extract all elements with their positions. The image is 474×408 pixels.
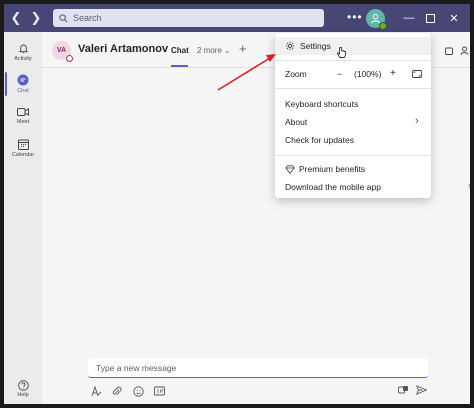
teams-window: ❮ ❯ Search ••• — ✕ Activity Chat Meet Ca… — [4, 4, 470, 404]
annotation-arrow — [217, 54, 276, 91]
